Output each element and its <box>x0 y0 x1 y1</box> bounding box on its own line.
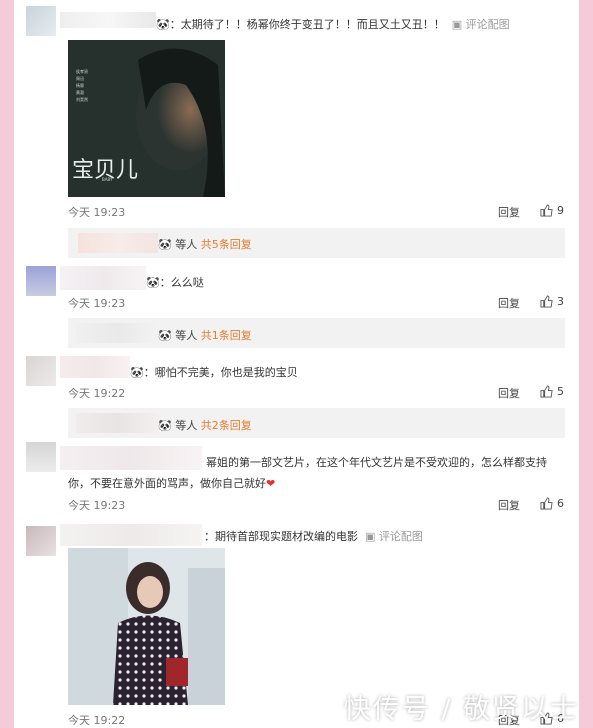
reply-button[interactable]: 回复 <box>498 295 520 311</box>
comment-text: 🐼：太期待了！！杨幂你终于变丑了！！而且又土又丑！！ ▣ 评论配图 <box>156 18 510 31</box>
panda-emoji: 🐼 <box>158 419 172 432</box>
panda-emoji: 🐼 <box>158 238 172 251</box>
username[interactable] <box>60 356 130 378</box>
reply-summary-bar[interactable]: 🐼 等人 共1条回复 <box>68 318 565 348</box>
reply-button[interactable]: 回复 <box>498 204 520 220</box>
comment-time: 今天 19:22 <box>68 387 126 400</box>
reply-button[interactable]: 回复 <box>498 497 520 513</box>
thumbs-up-icon <box>540 295 553 308</box>
username[interactable] <box>60 12 156 28</box>
heart-emoji: ❤ <box>266 477 276 490</box>
username[interactable] <box>60 524 202 546</box>
comment-time: 今天 19:23 <box>68 499 126 512</box>
panda-emoji: 🐼 <box>156 18 170 31</box>
comment-text: 🐼：么么哒 <box>146 276 204 289</box>
comment-time: 今天 19:23 <box>68 206 126 219</box>
username[interactable] <box>60 446 202 470</box>
reply-summary-bar[interactable]: 🐼 等人 共2条回复 <box>68 408 565 438</box>
comment-image-link[interactable]: ▣ 评论配图 <box>362 530 423 543</box>
comment-text: ：期待首部现实题材改编的电影 ▣ 评论配图 <box>204 530 423 543</box>
reply-summary-bar[interactable]: 🐼 等人 共5条回复 <box>68 228 565 258</box>
avatar[interactable] <box>26 356 56 386</box>
reply-count-link[interactable]: 共5条回复 <box>201 238 252 251</box>
avatar[interactable] <box>26 526 56 556</box>
panda-emoji: 🐼 <box>158 329 172 342</box>
comment-text-continued: 你，不要在意外面的骂声，做你自己就好❤ <box>68 477 276 490</box>
movie-poster-image[interactable]: 侯孝贤 周迅 杨幂 黄渤 刘昊然 宝贝儿 BABY <box>68 40 225 197</box>
thumbs-up-icon <box>540 497 553 510</box>
watermark: 快传号 / 敬贤以士 <box>343 694 579 725</box>
comment-text: 幂姐的第一部文艺片，在这个年代文艺片是不受欢迎的，怎么样都支持 <box>206 456 547 469</box>
panda-emoji: 🐼 <box>146 276 160 289</box>
avatar[interactable] <box>26 266 56 296</box>
avatar[interactable] <box>26 442 56 472</box>
comment-image-link[interactable]: ▣ 评论配图 <box>448 18 510 31</box>
username[interactable] <box>60 266 146 290</box>
reply-button[interactable]: 回复 <box>498 385 520 401</box>
thumbs-up-icon <box>540 385 553 398</box>
like-button[interactable]: 5 <box>540 385 564 398</box>
reply-count-link[interactable]: 共2条回复 <box>201 419 252 432</box>
like-button[interactable]: 6 <box>540 497 564 510</box>
photo-image[interactable] <box>68 548 225 705</box>
thumbs-up-icon <box>540 204 553 217</box>
comment-list: 🐼：太期待了！！杨幂你终于变丑了！！而且又土又丑！！ ▣ 评论配图 侯孝贤 周迅… <box>14 0 579 728</box>
reply-count-link[interactable]: 共1条回复 <box>201 329 252 342</box>
comment-text: 🐼：哪怕不完美，你也是我的宝贝 <box>130 366 298 379</box>
avatar[interactable] <box>26 6 56 36</box>
comment-time: 今天 19:22 <box>68 714 126 727</box>
comment-time: 今天 19:23 <box>68 297 126 310</box>
like-button[interactable]: 3 <box>540 295 564 308</box>
like-button[interactable]: 9 <box>540 204 564 217</box>
panda-emoji: 🐼 <box>130 366 144 379</box>
